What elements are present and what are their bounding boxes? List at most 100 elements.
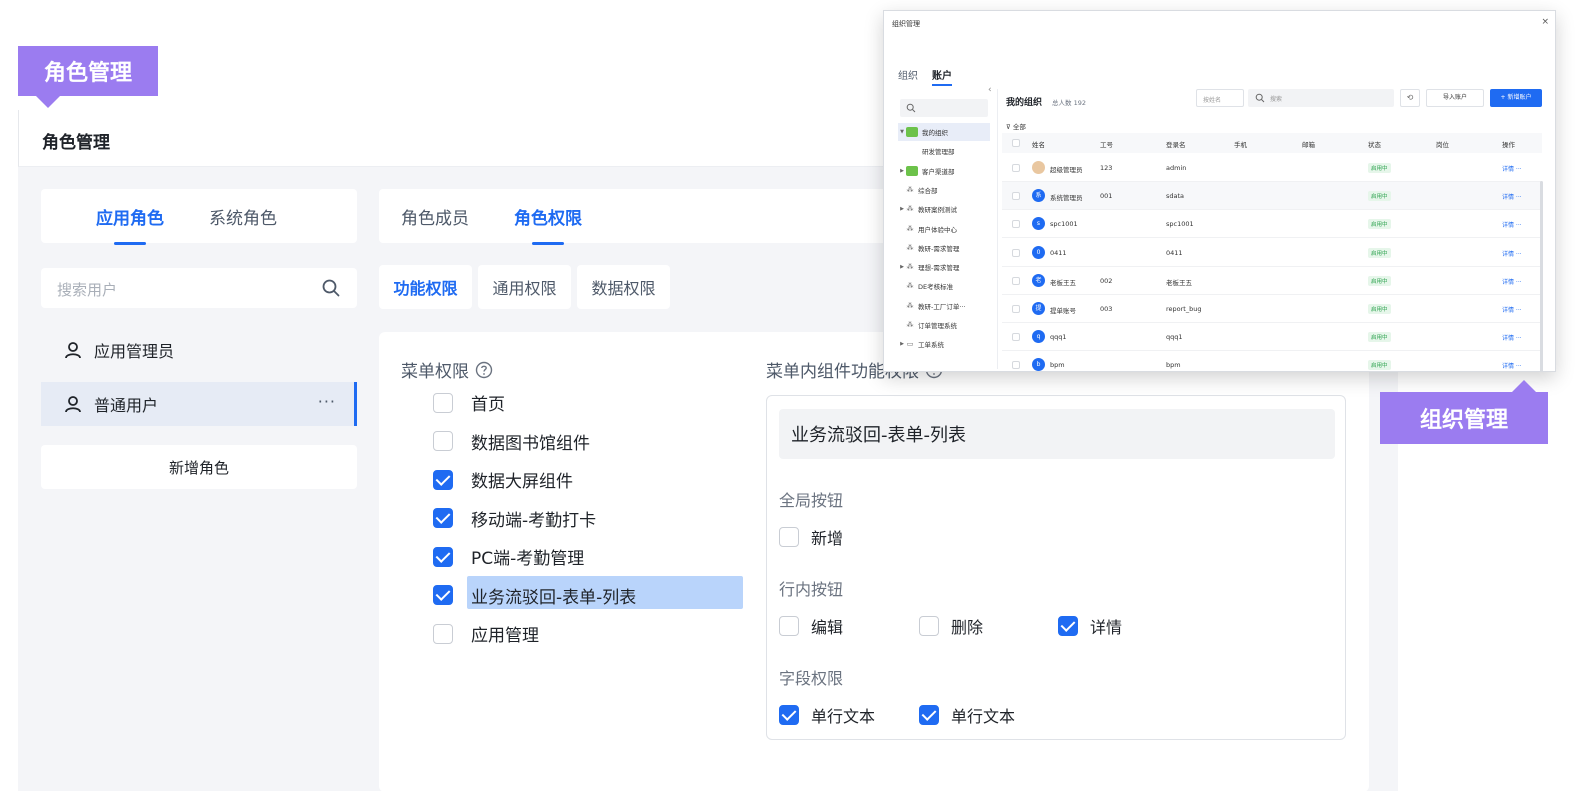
tree-search-input[interactable] bbox=[900, 99, 988, 117]
table-row[interactable]: 老老板王五 002 老板王五 启用中 详情 ··· bbox=[1002, 267, 1542, 295]
checkbox[interactable] bbox=[433, 585, 453, 605]
role-item-normal-user[interactable]: 普通用户 ··· bbox=[41, 382, 357, 426]
checkbox[interactable] bbox=[919, 616, 939, 636]
status-badge: 启用中 bbox=[1368, 360, 1391, 371]
tree-item[interactable]: ▼ 我的组织 bbox=[898, 123, 990, 141]
table-row[interactable]: 超级管理员 123 admin 启用中 详情 ··· bbox=[1002, 154, 1542, 182]
scrollbar[interactable] bbox=[1540, 181, 1543, 371]
checkbox-delete[interactable]: 删除 bbox=[919, 614, 983, 638]
tree-item[interactable]: ▶ 客户渠道部 bbox=[898, 162, 990, 180]
row-actions[interactable]: 详情 ··· bbox=[1502, 333, 1522, 342]
expand-arrow-icon[interactable]: ▶ bbox=[898, 341, 906, 347]
tab-app-roles[interactable]: 应用角色 bbox=[96, 204, 164, 229]
checkbox[interactable] bbox=[779, 527, 799, 547]
tree-item[interactable]: ⁂ 教研-需求管理 bbox=[898, 239, 990, 257]
menu-item[interactable]: 移动端-考勤打卡 bbox=[433, 506, 596, 531]
checkbox[interactable] bbox=[779, 616, 799, 636]
help-icon[interactable] bbox=[475, 361, 493, 379]
expand-arrow-icon[interactable]: ▶ bbox=[898, 206, 906, 212]
role-item-app-admin[interactable]: 应用管理员 bbox=[41, 328, 357, 372]
row-actions[interactable]: 详情 ··· bbox=[1502, 192, 1522, 201]
checkbox[interactable] bbox=[433, 469, 453, 490]
cloud-sync-icon[interactable]: ⟲ bbox=[1400, 89, 1420, 107]
menu-item[interactable]: 数据图书馆组件 bbox=[433, 429, 590, 454]
table-row[interactable]: 0 0411 0411 启用中 详情 ··· bbox=[1002, 239, 1542, 267]
row-actions[interactable]: 详情 ··· bbox=[1502, 220, 1522, 229]
search-field-select[interactable]: 按姓名 bbox=[1196, 89, 1244, 107]
checkbox[interactable] bbox=[919, 705, 939, 725]
checkbox-edit[interactable]: 编辑 bbox=[779, 614, 843, 638]
checkbox[interactable] bbox=[433, 546, 453, 567]
row-actions[interactable]: 详情 ··· bbox=[1502, 277, 1522, 286]
tree-item[interactable]: ▶ ⁂ 理想-需求管理 bbox=[898, 258, 990, 276]
expand-arrow-icon[interactable]: ▼ bbox=[898, 129, 906, 135]
checkbox-add[interactable]: 新增 bbox=[779, 525, 843, 549]
import-accounts-button[interactable]: 导入账户 bbox=[1426, 89, 1484, 107]
row-checkbox[interactable] bbox=[1012, 276, 1020, 285]
tree-item[interactable]: ⁂ DE考核标准 bbox=[898, 277, 990, 295]
checkbox-field-text-2[interactable]: 单行文本 bbox=[919, 703, 1015, 727]
menu-item-label: 数据大屏组件 bbox=[471, 472, 573, 492]
more-icon[interactable]: ··· bbox=[318, 392, 336, 411]
search-input[interactable]: 搜索用户 bbox=[57, 279, 117, 300]
row-checkbox[interactable] bbox=[1012, 305, 1020, 313]
tab-role-permissions[interactable]: 角色权限 bbox=[514, 204, 582, 229]
account-search-input[interactable]: 搜索 bbox=[1248, 89, 1394, 107]
checkbox[interactable] bbox=[433, 431, 453, 451]
user-search[interactable]: 搜索用户 bbox=[41, 268, 357, 308]
add-account-button[interactable]: + 新增账户 bbox=[1490, 89, 1542, 107]
tab-accounts[interactable]: 账户 bbox=[932, 67, 952, 86]
status-badge: 启用中 bbox=[1368, 332, 1391, 343]
row-checkbox[interactable] bbox=[1012, 192, 1020, 201]
tab-data-permissions[interactable]: 数据权限 bbox=[577, 265, 670, 309]
checkbox[interactable] bbox=[433, 623, 453, 644]
checkbox[interactable] bbox=[433, 392, 453, 413]
row-checkbox[interactable] bbox=[1012, 248, 1020, 257]
menu-item[interactable]: PC端-考勤管理 bbox=[433, 544, 584, 569]
checkbox-field-text-1[interactable]: 单行文本 bbox=[779, 703, 875, 727]
row-actions[interactable]: 详情 ··· bbox=[1502, 249, 1522, 258]
checkbox[interactable] bbox=[779, 705, 799, 725]
table-row[interactable]: 系系统管理员 001 sdata 启用中 详情 ··· bbox=[1002, 182, 1542, 211]
role-label: 普通用户 bbox=[94, 396, 159, 415]
row-checkbox[interactable] bbox=[1012, 220, 1020, 229]
tree-item[interactable]: ⁂ 订单管理系统 bbox=[898, 316, 990, 334]
table-row[interactable]: q qqq1 qqq1 启用中 详情 ··· bbox=[1002, 323, 1542, 352]
tree-item[interactable]: ⁂ 用户体验中心 bbox=[898, 220, 990, 238]
filter-all[interactable]: ⊽ 全部 bbox=[1006, 121, 1026, 131]
menu-item[interactable]: 应用管理 bbox=[433, 621, 539, 646]
tab-function-permissions[interactable]: 功能权限 bbox=[379, 265, 472, 309]
tab-role-members[interactable]: 角色成员 bbox=[401, 204, 469, 229]
tab-system-roles[interactable]: 系统角色 bbox=[209, 204, 277, 229]
expand-arrow-icon[interactable]: ▶ bbox=[898, 264, 906, 270]
tree-item[interactable]: ⁂ 教研-工厂订单··· bbox=[898, 297, 990, 315]
table-row[interactable]: s spc1001 spc1001 启用中 详情 ··· bbox=[1002, 210, 1542, 239]
checkbox[interactable] bbox=[1058, 616, 1078, 636]
add-role-button[interactable]: 新增角色 bbox=[41, 445, 357, 489]
tab-general-permissions[interactable]: 通用权限 bbox=[478, 265, 571, 309]
tab-organization[interactable]: 组织 bbox=[898, 67, 918, 82]
row-checkbox[interactable] bbox=[1012, 361, 1020, 370]
tree-item[interactable]: ▶ ⁂ 教研案例测试 bbox=[898, 200, 990, 218]
row-actions[interactable]: 详情 ··· bbox=[1502, 361, 1522, 370]
expand-arrow-icon[interactable]: ▶ bbox=[898, 168, 906, 174]
table-row[interactable]: 提提单账号 003 report_bug 启用中 详情 ··· bbox=[1002, 295, 1542, 323]
row-actions[interactable]: 详情 ··· bbox=[1502, 164, 1522, 173]
tree-item[interactable]: ⁂ 综合部 bbox=[898, 181, 990, 199]
collapse-icon[interactable]: ‹ bbox=[988, 85, 992, 95]
menu-item[interactable]: 业务流驳回-表单-列表 bbox=[433, 583, 636, 608]
tree-item[interactable]: 研发管理部 bbox=[898, 142, 990, 160]
row-actions[interactable]: 详情 ··· bbox=[1502, 305, 1522, 314]
menu-item[interactable]: 首页 bbox=[433, 390, 505, 415]
checkbox-label: 编辑 bbox=[811, 618, 844, 637]
close-icon[interactable]: × bbox=[1541, 17, 1549, 27]
menu-item[interactable]: 数据大屏组件 bbox=[433, 467, 573, 492]
row-checkbox[interactable] bbox=[1012, 164, 1020, 172]
checkbox[interactable] bbox=[433, 508, 453, 528]
search-icon[interactable] bbox=[321, 278, 341, 298]
row-checkbox[interactable] bbox=[1012, 333, 1020, 342]
select-all-checkbox[interactable] bbox=[1012, 139, 1020, 147]
tree-item[interactable]: ▶ ▭ 工单系统 bbox=[898, 335, 990, 353]
checkbox-detail[interactable]: 详情 bbox=[1058, 614, 1122, 638]
table-row[interactable]: b bpm bpm 启用中 详情 ··· bbox=[1002, 351, 1542, 371]
